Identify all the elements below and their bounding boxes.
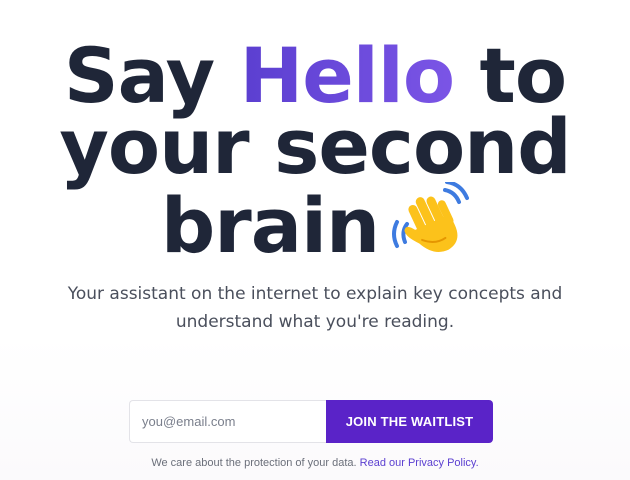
join-waitlist-button[interactable]: JOIN THE WAITLIST — [326, 400, 493, 443]
waitlist-form: JOIN THE WAITLIST — [129, 400, 493, 443]
email-input[interactable] — [129, 400, 326, 443]
hero-section: Say Hello to your second brain — [0, 38, 630, 264]
hero-subtitle: Your assistant on the internet to explai… — [67, 284, 563, 332]
privacy-text: We care about the protection of your dat… — [151, 457, 357, 469]
headline-line-1: Say Hello to — [0, 38, 630, 114]
waving-hand-icon — [392, 182, 470, 252]
hero-headline: Say Hello to your second brain — [0, 38, 630, 264]
privacy-note: We care about the protection of your dat… — [0, 457, 630, 469]
headline-line-3: brain — [0, 182, 630, 264]
headline-line-2: your second — [59, 102, 571, 191]
headline-brain: brain — [160, 181, 380, 270]
privacy-policy-link[interactable]: Read our Privacy Policy. — [360, 457, 479, 469]
